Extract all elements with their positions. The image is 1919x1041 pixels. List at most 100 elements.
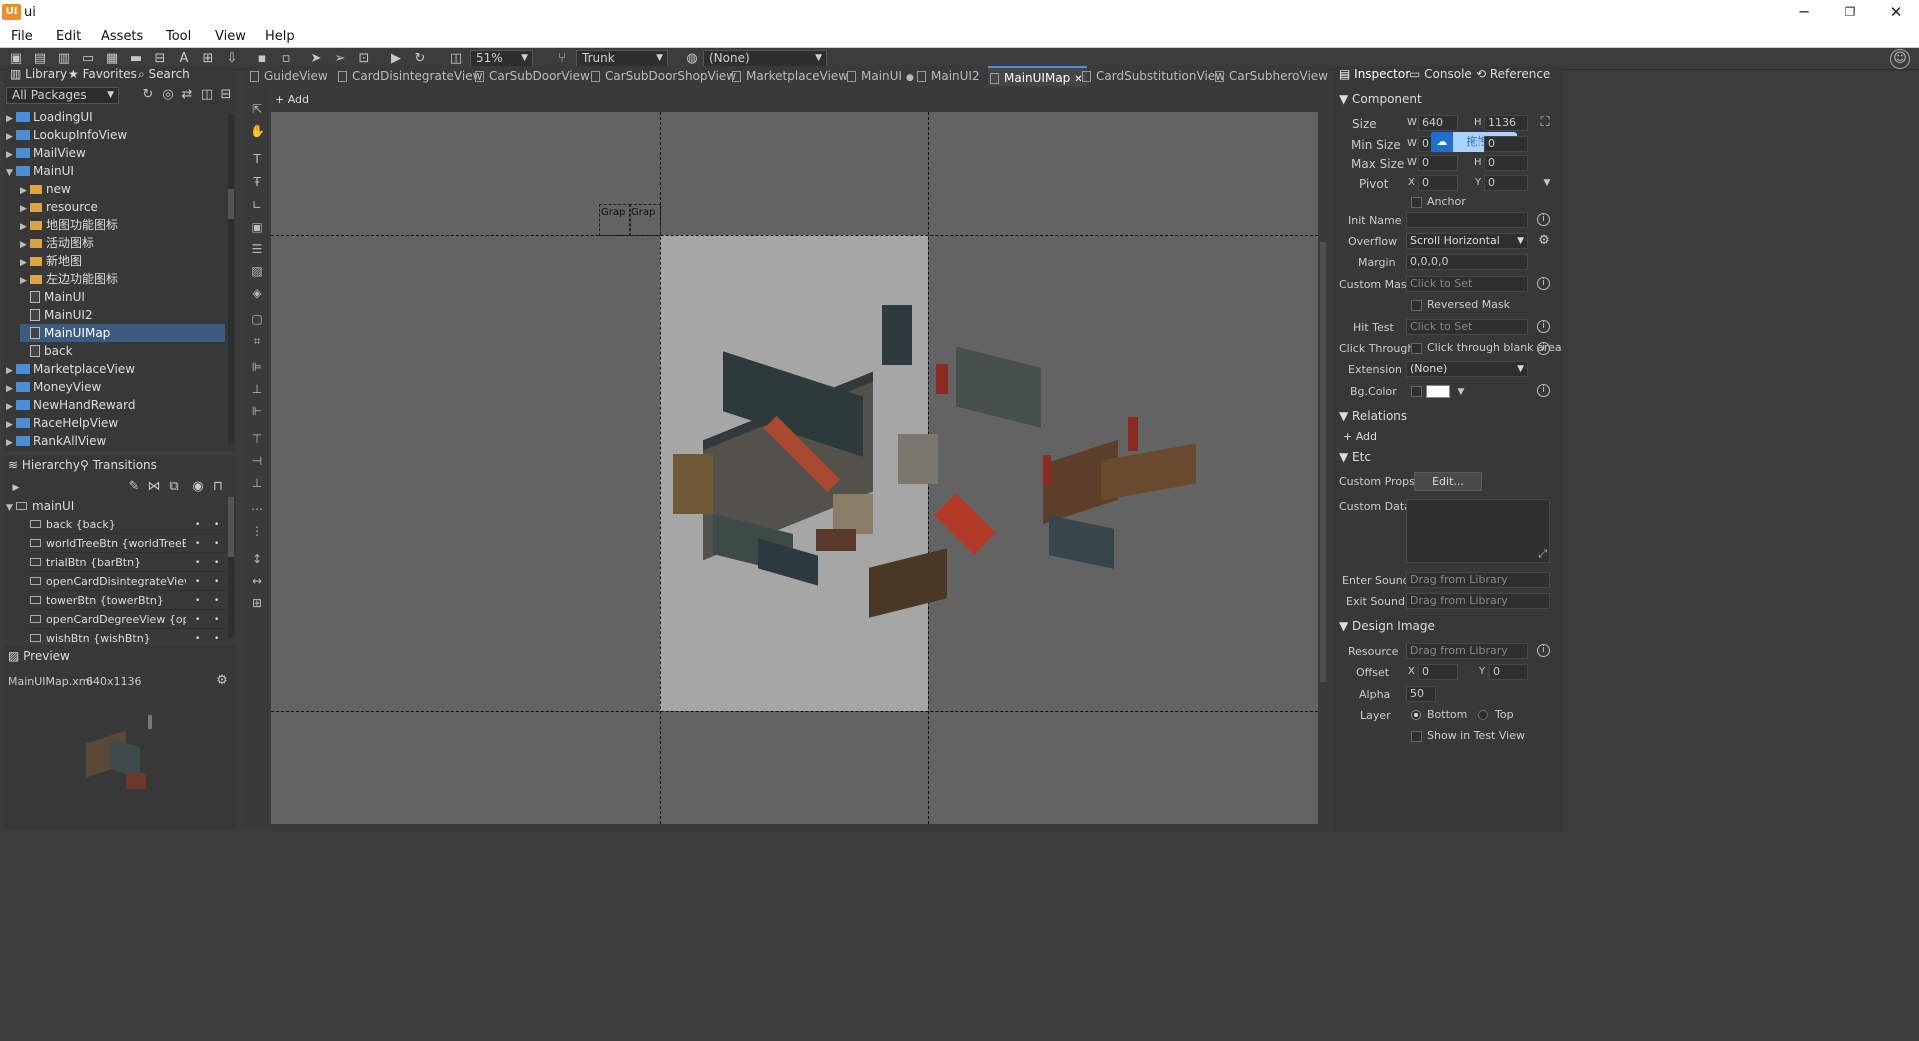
publish-all-icon[interactable]: ➢ [332,52,348,66]
expand-arrow-icon[interactable]: ▼ [6,164,16,182]
loader-icon[interactable]: ▨ [250,264,264,278]
library-tree-item[interactable]: ▶ 活动图标 [20,234,94,252]
component-icon[interactable]: ◈ [250,286,264,300]
align-middle-icon[interactable]: ⊣ [250,454,264,468]
stage-canvas[interactable]: Grap Grap [271,112,1318,824]
download-icon[interactable]: ⇩ [224,52,240,66]
lock-toggle-icon[interactable]: • [214,592,219,609]
refresh-icon[interactable]: ↻ [140,88,156,102]
click-through-checkbox[interactable] [1411,343,1422,354]
add-button[interactable]: + Add [275,93,309,106]
library-tree-item[interactable]: ▶ RankAllView [6,432,106,450]
init-name-input[interactable] [1406,212,1528,228]
info-icon[interactable]: i [1537,342,1550,355]
doc-tab[interactable]: MainUI ● [845,66,914,86]
hierarchy-tab[interactable]: ≋ Hierarchy [8,455,80,475]
visible-toggle-icon[interactable]: • [195,573,200,590]
library-tab[interactable]: ▥ Library [10,64,67,84]
visible-toggle-icon[interactable]: • [195,516,200,533]
publish-icon[interactable]: ➤ [308,52,324,66]
library-tree-item[interactable]: MainUI2 [20,306,93,324]
menu-edit[interactable]: Edit [56,29,81,44]
transform-icon[interactable]: ⌗ [250,334,264,348]
layer-top-radio[interactable] [1478,710,1488,720]
align-right-icon[interactable]: ⊩ [250,404,264,418]
pivot-x-input[interactable]: 0 [1418,175,1458,191]
branch-icon[interactable]: ⑂ [554,52,570,66]
visible-toggle-icon[interactable]: • [195,535,200,552]
size-h-input[interactable]: 1136 [1484,115,1528,131]
doc-tab[interactable]: CardSubstitutionView [1080,66,1225,86]
library-tree-item[interactable]: back [20,342,73,360]
min-h-input[interactable]: 0 [1484,136,1528,152]
console-tab[interactable]: ▭ Console [1409,64,1472,84]
max-w-input[interactable]: 0 [1418,155,1458,171]
info-icon[interactable]: i [1537,213,1550,226]
text-icon[interactable]: T [250,152,264,166]
select-icon[interactable]: ⇱ [250,102,264,116]
graph-placeholder[interactable]: Grap [599,204,631,236]
library-tree-item[interactable]: ▶ MoneyView [6,378,101,396]
zoom-select[interactable]: 51% ▼ [470,50,533,67]
doc-tab[interactable]: MarketplaceView [730,66,848,86]
library-tree-item[interactable]: ▶ RaceHelpView [6,414,118,432]
library-tree-item[interactable]: ▶ LoadingUI [6,108,93,126]
library-tree-item[interactable]: ▶ NewHandReward [6,396,135,414]
globe-icon[interactable]: ◍ [684,52,700,66]
distribute-h-icon[interactable]: ⋯ [250,502,264,516]
hierarchy-item[interactable]: openCardDegreeView {open • • [30,611,225,629]
align-bottom-icon[interactable]: ⊥ [250,476,264,490]
save-icon[interactable]: ▪ [254,52,270,66]
split-view-icon[interactable]: ◫ [199,88,215,102]
stage-hscrollbar[interactable] [271,824,1328,832]
expand-icon[interactable]: ⤢ [1538,547,1547,561]
bg-color-checkbox[interactable] [1411,386,1422,397]
hierarchy-item[interactable]: towerBtn {towerBtn} • • [30,592,225,610]
collapse-icon[interactable]: ⊟ [218,88,234,102]
group-icon[interactable]: ▢ [250,312,264,326]
expand-arrow-icon[interactable]: ▶ [6,434,16,452]
doc-tab[interactable]: GuideView [248,66,328,86]
map-building-tower[interactable] [882,305,912,365]
graph-placeholder[interactable]: Grap [629,204,661,236]
component-section-header[interactable]: ▼ Component [1339,92,1422,106]
play-icon[interactable]: ▶ [388,52,404,66]
offset-x-input[interactable]: 0 [1418,664,1458,680]
library-tree-item[interactable]: ▶ 左边功能图标 [20,270,118,288]
etc-section-header[interactable]: ▼ Etc [1339,450,1371,464]
fit-size-icon[interactable]: ⛶ [1537,116,1553,130]
visible-toggle-icon[interactable]: • [195,592,200,609]
refresh-icon[interactable]: ↻ [412,52,428,66]
hit-test-field[interactable]: Click to Set [1406,319,1528,335]
custom-data-textarea[interactable]: ⤢ [1406,499,1550,563]
align-center-icon[interactable]: ⊥ [250,382,264,396]
inspector-tab[interactable]: ▤ Inspector [1339,64,1410,84]
hierarchy-root[interactable]: ▼ mainUI [6,497,74,515]
restore-button[interactable]: ❐ [1827,1,1873,23]
menu-tool[interactable]: Tool [166,29,191,44]
import-icon[interactable]: ⊞ [200,52,216,66]
graph-icon[interactable]: ∟ [250,198,264,212]
chevron-down-icon[interactable]: ▼ [1539,176,1555,190]
library-tree-item[interactable]: MainUIMap [20,324,225,342]
overflow-select[interactable]: Scroll Horizontal ▼ [1406,233,1528,249]
map-building-pavilion[interactable] [1049,515,1114,569]
image-icon[interactable]: ▣ [250,220,264,234]
map-building-temple[interactable] [956,346,1041,428]
anchor-checkbox[interactable] [1411,197,1422,208]
same-width-icon[interactable]: ↔ [250,574,264,588]
library-tree-item[interactable]: ▶ new [20,180,71,198]
library-tree-item[interactable]: MainUI [20,288,85,306]
bg-color-swatch[interactable] [1426,385,1450,398]
exit-sound-field[interactable]: Drag from Library [1406,593,1550,609]
favorites-tab[interactable]: ★ Favorites [68,64,137,84]
package-filter-select[interactable]: All Packages ▼ [6,87,119,104]
stage-vscrollbar[interactable] [1318,112,1328,824]
add-relation-button[interactable]: + Add [1343,430,1377,443]
settings-icon[interactable]: ⚙ [214,674,230,688]
monitor-icon[interactable]: ◫ [448,52,464,66]
gear-icon[interactable]: ⚙ [1536,234,1552,248]
hierarchy-item[interactable]: worldTreeBtn {worldTreeBtn} • • [30,535,225,553]
reversed-mask-checkbox[interactable] [1411,300,1422,311]
lock-icon[interactable]: ⊓ [210,480,226,494]
